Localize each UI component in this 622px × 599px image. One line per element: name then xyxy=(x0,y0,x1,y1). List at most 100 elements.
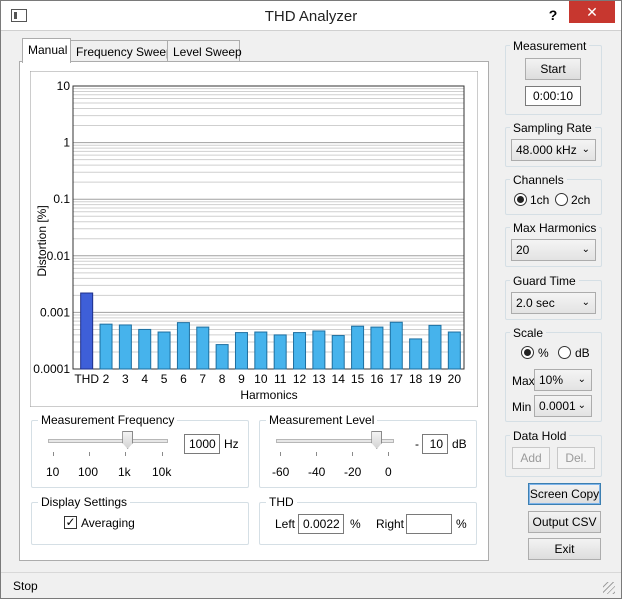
channels-2ch-label: 2ch xyxy=(571,193,591,207)
frequency-slider-track[interactable] xyxy=(48,439,168,443)
bar xyxy=(234,332,248,370)
averaging-label: Averaging xyxy=(81,516,135,530)
level-sign: - xyxy=(415,437,419,451)
measurement-frequency-group: Measurement Frequency 10 100 1k 10k 1000… xyxy=(31,413,249,488)
exit-button[interactable]: Exit xyxy=(528,538,601,560)
max-harmonics-select[interactable]: 20 ⌄ xyxy=(511,239,596,261)
measurement-level-title: Measurement Level xyxy=(266,413,378,427)
x-tick-label: 15 xyxy=(351,372,365,386)
freq-tick-10k: 10k xyxy=(152,465,172,479)
level-tick-minus20: -20 xyxy=(344,465,362,479)
thd-title: THD xyxy=(266,495,297,509)
y-tick-label: 1 xyxy=(63,136,70,150)
thd-right-unit: % xyxy=(456,517,467,531)
chevron-down-icon: ⌄ xyxy=(577,400,586,411)
measurement-level-group: Measurement Level -60 -40 -20 0 - 10 dB xyxy=(259,413,477,488)
scale-title: Scale xyxy=(510,326,547,340)
tab-manual[interactable]: Manual xyxy=(22,38,71,63)
x-tick-label: 13 xyxy=(312,372,326,386)
y-tick-label: 0.1 xyxy=(53,192,70,206)
guard-time-value: 2.0 sec xyxy=(516,296,555,310)
start-button[interactable]: Start xyxy=(525,58,581,80)
measurement-group: Measurement Start 0:00:10 xyxy=(505,39,602,115)
bar xyxy=(215,344,229,370)
thd-right-label: Right xyxy=(376,517,405,531)
averaging-checkbox[interactable]: ✓ xyxy=(64,516,77,529)
bar xyxy=(370,326,384,370)
x-tick-label: 4 xyxy=(141,372,148,386)
sampling-rate-group: Sampling Rate 48.000 kHz ⌄ xyxy=(505,121,602,167)
measurement-frequency-title: Measurement Frequency xyxy=(38,413,178,427)
close-button[interactable]: ✕ xyxy=(569,1,615,23)
bar xyxy=(351,325,365,370)
help-button[interactable]: ? xyxy=(541,4,565,26)
scale-min-label: Min xyxy=(512,400,532,414)
display-settings-group: Display Settings ✓ Averaging xyxy=(31,495,249,545)
sampling-rate-value: 48.000 kHz xyxy=(516,143,577,157)
y-tick-label: 0.0001 xyxy=(33,362,70,376)
channels-1ch-radio[interactable] xyxy=(514,193,527,206)
resize-grip[interactable] xyxy=(603,582,615,594)
scale-min-select[interactable]: 0.0001 ⌄ xyxy=(534,395,592,417)
status-bar: Stop xyxy=(1,572,621,598)
thd-left-unit: % xyxy=(350,517,361,531)
scale-max-select[interactable]: 10% ⌄ xyxy=(534,369,592,391)
window-title: THD Analyzer xyxy=(264,8,358,25)
data-hold-title: Data Hold xyxy=(510,429,570,443)
x-tick-label: 17 xyxy=(390,372,404,386)
scale-percent-radio[interactable] xyxy=(521,346,534,359)
level-tick-minus40: -40 xyxy=(308,465,326,479)
frequency-input[interactable]: 1000 xyxy=(184,434,220,454)
delete-button[interactable]: Del. xyxy=(557,447,595,469)
freq-tick-1k: 1k xyxy=(118,465,131,479)
guard-time-group: Guard Time 2.0 sec ⌄ xyxy=(505,274,602,320)
x-tick-label: 16 xyxy=(370,372,384,386)
bar xyxy=(331,335,345,370)
tab-level-sweep[interactable]: Level Sweep xyxy=(167,40,242,62)
level-slider-thumb[interactable] xyxy=(371,431,383,449)
guard-time-title: Guard Time xyxy=(510,274,579,288)
frequency-slider-thumb[interactable] xyxy=(122,431,134,449)
sampling-rate-select[interactable]: 48.000 kHz ⌄ xyxy=(511,139,596,161)
screen-copy-button[interactable]: Screen Copy xyxy=(528,483,601,505)
level-input[interactable]: 10 xyxy=(422,434,448,454)
level-slider-ticks xyxy=(280,452,390,456)
x-tick-label: 10 xyxy=(254,372,268,386)
guard-time-select[interactable]: 2.0 sec ⌄ xyxy=(511,292,596,314)
thd-left-value: 0.0022 xyxy=(298,514,344,534)
bar xyxy=(312,330,326,370)
scale-max-value: 10% xyxy=(539,373,564,387)
output-csv-button[interactable]: Output CSV xyxy=(528,511,601,533)
status-text: Stop xyxy=(13,579,38,593)
x-tick-label: 8 xyxy=(219,372,226,386)
level-unit: dB xyxy=(452,437,467,451)
y-axis-label: Distortion [%] xyxy=(35,205,49,276)
x-axis-label: Harmonics xyxy=(240,388,297,402)
bar xyxy=(428,324,442,370)
thd-analyzer-window: THD Analyzer ? ✕ Manual Frequency Sweep … xyxy=(0,0,622,599)
channels-1ch-label: 1ch xyxy=(530,193,550,207)
thd-left-label: Left xyxy=(275,517,296,531)
thd-right-value xyxy=(406,514,452,534)
channels-title: Channels xyxy=(510,173,567,187)
bar xyxy=(293,332,307,370)
sampling-rate-title: Sampling Rate xyxy=(510,121,595,135)
chevron-down-icon: ⌄ xyxy=(577,374,586,385)
add-button[interactable]: Add xyxy=(512,447,550,469)
x-tick-label: 3 xyxy=(122,372,129,386)
x-tick-label: 11 xyxy=(274,372,287,386)
max-harmonics-group: Max Harmonics 20 ⌄ xyxy=(505,221,602,267)
x-tick-label: 6 xyxy=(180,372,187,386)
x-tick-label: THD xyxy=(74,372,99,386)
channels-2ch-radio[interactable] xyxy=(555,193,568,206)
scale-percent-label: % xyxy=(538,346,549,360)
chevron-down-icon: ⌄ xyxy=(581,144,590,155)
scale-db-radio[interactable] xyxy=(558,346,571,359)
x-tick-label: 18 xyxy=(409,372,423,386)
tab-frequency-sweep[interactable]: Frequency Sweep xyxy=(70,40,173,62)
scale-min-value: 0.0001 xyxy=(539,399,576,413)
scale-group: Scale % dB Max 10% ⌄ Min 0.0001 ⌄ xyxy=(505,326,602,422)
bar xyxy=(80,292,94,370)
frequency-unit: Hz xyxy=(224,437,239,451)
freq-tick-10: 10 xyxy=(46,465,60,479)
